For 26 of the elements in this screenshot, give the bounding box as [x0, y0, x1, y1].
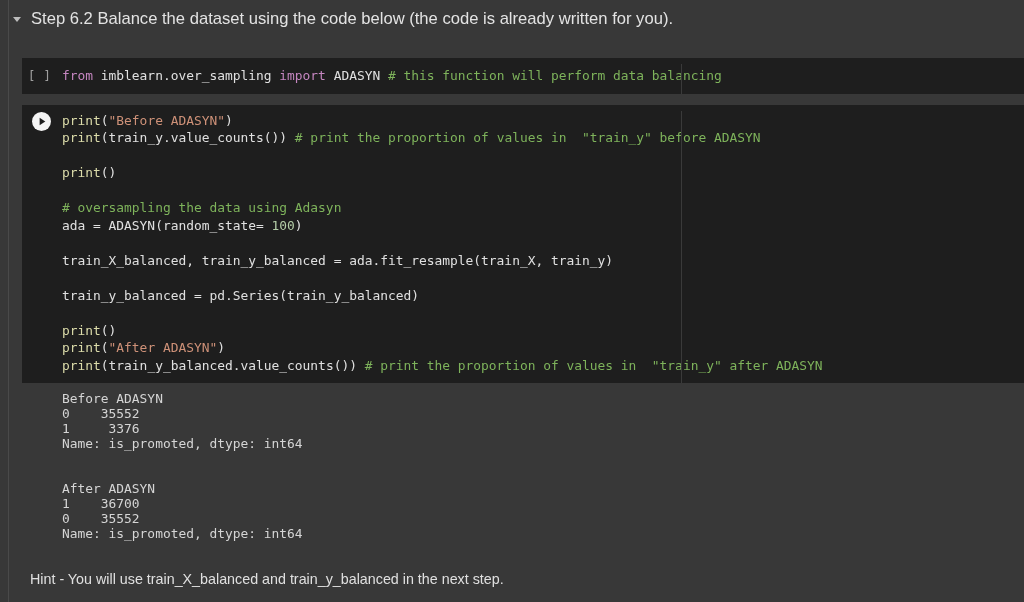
- output-line: 1 3376: [62, 421, 141, 436]
- code-line: # oversampling the data using Adasyn: [62, 199, 343, 217]
- run-button-icon[interactable]: [32, 111, 51, 131]
- output-line: Name: is_promoted, dtype: int64: [62, 526, 304, 541]
- code-cell[interactable]: [ ] from imblearn.over_sampling import ADASYN # this function will perform data balancing: [22, 58, 1024, 94]
- output-line: Before ADASYN: [62, 391, 164, 406]
- execution-count: [ ]: [27, 67, 51, 85]
- caret-icon[interactable]: [12, 14, 22, 24]
- output-line: 1 36700: [62, 496, 141, 511]
- section-heading: Step 6.2 Balance the dataset using the code below (the code is already written for you).: [31, 9, 673, 29]
- code-cell[interactable]: [22, 104, 1024, 383]
- output-line: After ADASYN: [62, 481, 157, 496]
- code-line: ada = ADASYN(random_state= 100): [62, 216, 304, 234]
- hint-text: Hint - You will use train_X_balanced and train_y_balanced in the next step.: [30, 571, 505, 587]
- code-line: train_X_balanced, train_y_balanced = ada.fit_resample(train_X, train_y): [62, 251, 615, 269]
- code-line: print("After ADASYN"): [62, 339, 226, 357]
- code-line: train_y_balanced = pd.Series(train_y_balanced): [62, 286, 420, 304]
- code-line: print(train_y.value_counts()) # print the proportion of values in "train_y" before ADASYN: [62, 129, 762, 147]
- code-line: print(): [62, 321, 118, 339]
- output-line: 0 35552: [62, 511, 141, 526]
- code-line: print(): [62, 164, 118, 182]
- output-line: Name: is_promoted, dtype: int64: [62, 436, 304, 451]
- code-line: print(train_y_balanced.value_counts()) # print the proportion of values in "train_y" after ADASYN: [62, 356, 823, 374]
- code-line: from imblearn.over_sampling import ADASYN # this function will perform data balancing: [62, 67, 722, 85]
- code-line: print("Before ADASYN"): [62, 111, 234, 129]
- output-line: 0 35552: [62, 406, 141, 421]
